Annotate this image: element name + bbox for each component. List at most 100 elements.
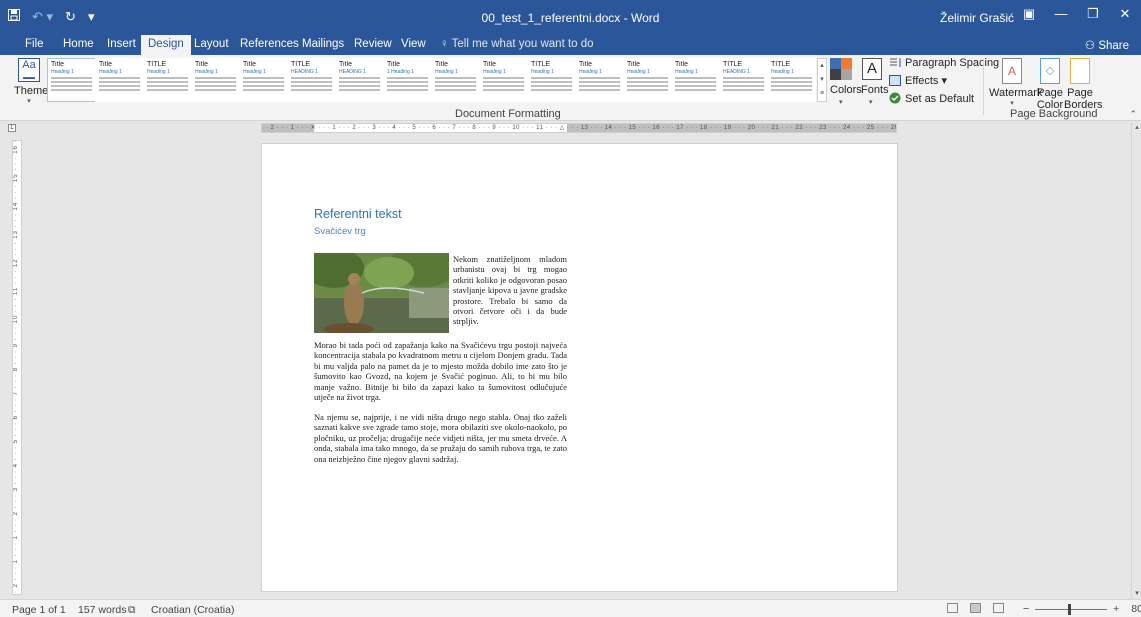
- style-set-item[interactable]: TITLE HEADING 1: [719, 58, 768, 102]
- themes-button[interactable]: Aa ▬▬ Themes ▾: [14, 58, 54, 105]
- gallery-scroll[interactable]: ▴ ▾ ≡: [817, 58, 827, 102]
- zoom-control: − + 80%: [1023, 603, 1141, 615]
- tab-review[interactable]: Review: [354, 38, 392, 50]
- share-button[interactable]: ⚇ Share: [1085, 38, 1129, 52]
- proofing-icon[interactable]: ⧉: [128, 604, 136, 617]
- style-set-heading: 1 Heading 1: [387, 69, 414, 75]
- style-set-title: Title: [627, 61, 640, 68]
- style-set-item[interactable]: Title Heading 1: [479, 58, 528, 102]
- set-as-default-button[interactable]: Set as Default: [889, 92, 974, 105]
- style-set-text-line: [51, 77, 92, 79]
- style-set-heading: Heading 1: [243, 69, 266, 75]
- style-set-text-line: [339, 77, 380, 79]
- style-set-heading: HEADING 1: [723, 69, 750, 75]
- zoom-out-button[interactable]: −: [1023, 603, 1029, 615]
- close-button[interactable]: ✕: [1109, 0, 1141, 32]
- view-buttons: [947, 603, 1004, 613]
- style-set-text-line: [723, 77, 764, 79]
- style-set-item[interactable]: Title Heading 1: [623, 58, 672, 102]
- style-set-item[interactable]: Title 1 Heading 1: [383, 58, 432, 102]
- tab-layout[interactable]: Layout: [194, 38, 229, 50]
- read-mode-icon[interactable]: [947, 603, 958, 613]
- document-subtitle[interactable]: Svačićev trg: [314, 226, 366, 237]
- tell-me-search[interactable]: ♀ Tell me what you want to do: [440, 38, 594, 50]
- style-set-item[interactable]: TITLE Heading 1: [767, 58, 816, 102]
- colors-button[interactable]: [830, 58, 854, 80]
- style-set-heading: Heading 1: [531, 69, 554, 75]
- paragraph-1[interactable]: Nekom znatiželjnom mladom urbanistu ovaj…: [453, 254, 567, 327]
- vertical-scrollbar[interactable]: ▴ ▾: [1131, 123, 1141, 599]
- word-count[interactable]: 157 words: [78, 604, 126, 616]
- paragraph-2[interactable]: Morao bi tada poći od zapažanja kako na …: [314, 340, 567, 402]
- style-set-text-line: [531, 85, 572, 87]
- fonts-button[interactable]: A: [860, 58, 884, 80]
- page-color-button[interactable]: ◇ Page Color: [1037, 58, 1063, 111]
- style-set-text-line: [387, 81, 428, 83]
- fonts-dropdown-icon: ▾: [869, 99, 873, 106]
- zoom-level[interactable]: 80%: [1131, 603, 1141, 615]
- zoom-slider[interactable]: [1035, 603, 1108, 615]
- style-set-item[interactable]: Title Heading 1: [575, 58, 624, 102]
- style-set-title: TITLE: [723, 61, 743, 68]
- style-set-text-line: [243, 85, 284, 87]
- tab-file[interactable]: File: [25, 38, 44, 50]
- tab-references[interactable]: References: [240, 38, 299, 50]
- document-heading[interactable]: Referentni tekst: [314, 207, 402, 221]
- restore-button[interactable]: ❐: [1077, 0, 1109, 32]
- user-name[interactable]: Želimir Grašić: [940, 11, 1014, 25]
- minimize-button[interactable]: —: [1045, 0, 1077, 32]
- watermark-button[interactable]: A Watermark ▾: [989, 58, 1042, 107]
- tab-selector[interactable]: L: [8, 124, 16, 132]
- language[interactable]: Croatian (Croatia): [151, 604, 234, 616]
- style-set-text-line: [531, 89, 572, 91]
- style-set-item[interactable]: Title HEADING 1: [335, 58, 384, 102]
- style-set-text-line: [627, 77, 668, 79]
- print-layout-icon[interactable]: [970, 603, 981, 613]
- style-set-text-line: [483, 85, 524, 87]
- scroll-down-icon[interactable]: ▾: [1132, 589, 1141, 599]
- tab-insert[interactable]: Insert: [107, 38, 136, 50]
- style-set-item[interactable]: TITLE Heading 1: [143, 58, 192, 102]
- horizontal-ruler[interactable]: · 2 · · · 1 · · · ✕ · · · 1 · · · 2 · · …: [261, 123, 897, 133]
- vertical-ruler[interactable]: · 2 · · · 1 · · · 1 · · · 2 · · · 3 · · …: [12, 140, 22, 595]
- color-swatch: [830, 58, 841, 69]
- scroll-up-icon[interactable]: ▴: [1132, 123, 1141, 133]
- style-set-text-line: [579, 89, 620, 91]
- paragraph-3[interactable]: Na njemu se, najprije, i ne vidi ništa d…: [314, 412, 567, 464]
- style-set-title: Title: [339, 61, 352, 68]
- style-set-item[interactable]: Title Heading 1: [191, 58, 240, 102]
- effects-button[interactable]: Effects ▾: [889, 74, 947, 87]
- tab-view[interactable]: View: [401, 38, 426, 50]
- style-set-heading: Heading 1: [435, 69, 458, 75]
- statue-photo[interactable]: [314, 253, 449, 333]
- tab-home[interactable]: Home: [63, 38, 94, 50]
- tab-mailings[interactable]: Mailings: [302, 38, 344, 50]
- themes-label: Themes: [14, 85, 54, 97]
- style-set-item[interactable]: TITLE HEADING 1: [287, 58, 336, 102]
- style-set-title: TITLE: [531, 61, 551, 68]
- zoom-slider-thumb[interactable]: [1068, 603, 1072, 615]
- style-set-item[interactable]: Title Heading 1: [47, 58, 96, 102]
- style-set-item[interactable]: Title Heading 1: [239, 58, 288, 102]
- style-set-text-line: [291, 77, 332, 79]
- ribbon-display-icon[interactable]: ▣: [1013, 0, 1045, 32]
- document-page[interactable]: Referentni tekst Svačićev trg Nekom znat…: [261, 143, 898, 592]
- style-set-item[interactable]: Title Heading 1: [671, 58, 720, 102]
- style-set-heading: Heading 1: [51, 69, 74, 75]
- color-swatch: [841, 58, 852, 69]
- style-set-title: Title: [435, 61, 448, 68]
- tab-design[interactable]: Design: [141, 35, 191, 55]
- zoom-in-button[interactable]: +: [1113, 603, 1119, 615]
- style-set-text-line: [675, 89, 716, 91]
- style-set-item[interactable]: TITLE Heading 1: [527, 58, 576, 102]
- style-set-item[interactable]: Title Heading 1: [95, 58, 144, 102]
- page-count[interactable]: Page 1 of 1: [12, 604, 66, 616]
- style-set-text-line: [531, 81, 572, 83]
- page-borders-button[interactable]: Page Borders: [1064, 58, 1103, 111]
- style-set-item[interactable]: Title Heading 1: [431, 58, 480, 102]
- web-layout-icon[interactable]: [993, 603, 1004, 613]
- style-set-text-line: [627, 85, 668, 87]
- style-set-text-line: [723, 85, 764, 87]
- style-set-text-line: [627, 89, 668, 91]
- collapse-ribbon-icon[interactable]: ⌃: [1129, 109, 1137, 120]
